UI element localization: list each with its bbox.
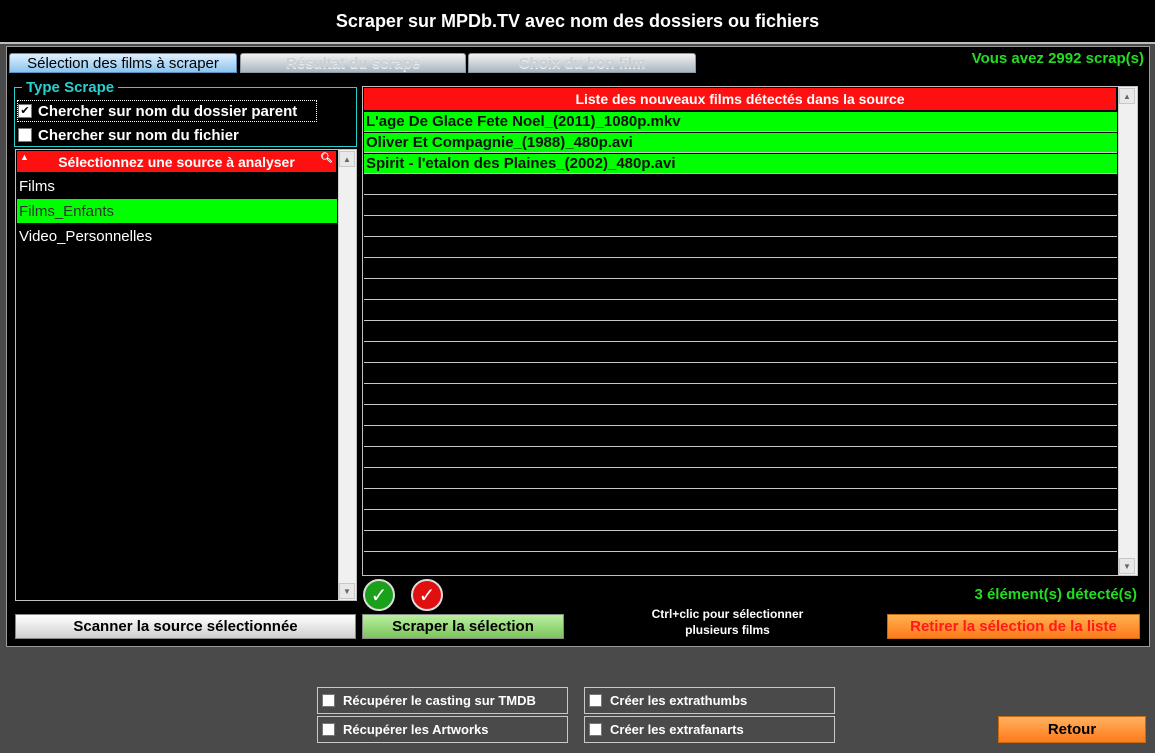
tab-choix-bon-film[interactable]: Choix du bon film: [468, 53, 696, 73]
scroll-down-arrow-icon[interactable]: ▼: [1119, 558, 1135, 574]
source-item-films-enfants[interactable]: Films_Enfants: [17, 199, 337, 223]
film-row-empty[interactable]: [364, 511, 1117, 531]
checkbox-unchecked-icon[interactable]: [589, 723, 602, 736]
film-row-empty[interactable]: [364, 343, 1117, 363]
option-extrafanarts-label: Créer les extrafanarts: [610, 722, 744, 737]
option-nom-fichier[interactable]: Chercher sur nom du fichier: [18, 125, 316, 145]
option-extrathumbs-label: Créer les extrathumbs: [610, 693, 748, 708]
checkbox-unchecked-icon[interactable]: [322, 694, 335, 707]
film-row-empty[interactable]: [364, 217, 1117, 237]
window-title: Scraper sur MPDb.TV avec nom des dossier…: [0, 0, 1155, 44]
scrape-selection-button[interactable]: Scraper la sélection: [362, 614, 564, 639]
film-row-empty[interactable]: [364, 469, 1117, 489]
back-button[interactable]: Retour: [998, 716, 1146, 743]
source-header-label: Sélectionnez une source à analyser: [58, 153, 295, 170]
source-item-video-personnelles[interactable]: Video_Personnelles: [17, 224, 337, 248]
check-circle-red-icon[interactable]: ✓: [411, 579, 443, 611]
film-row-empty[interactable]: [364, 238, 1117, 258]
checkbox-unchecked-icon[interactable]: [18, 128, 32, 142]
film-row-empty[interactable]: [364, 532, 1117, 552]
option-dossier-parent-label: Chercher sur nom du dossier parent: [38, 102, 298, 120]
film-row-empty[interactable]: [364, 364, 1117, 384]
scrap-count-label: Vous avez 2992 scrap(s): [971, 50, 1144, 67]
option-artworks[interactable]: Récupérer les Artworks: [317, 716, 568, 743]
source-list-scrollbar[interactable]: [338, 150, 356, 600]
film-row[interactable]: Spirit - l'etalon des Plaines_(2002)_480…: [364, 154, 1117, 174]
film-list-header: Liste des nouveaux films détectés dans l…: [364, 88, 1116, 110]
option-casting-label: Récupérer le casting sur TMDB: [343, 693, 536, 708]
option-casting-tmdb[interactable]: Récupérer le casting sur TMDB: [317, 687, 568, 714]
type-scrape-legend: Type Scrape: [22, 79, 119, 96]
ctrl-click-hint-line2: plusieurs films: [685, 623, 770, 637]
checkbox-unchecked-icon[interactable]: [589, 694, 602, 707]
ctrl-click-hint-line1: Ctrl+clic pour sélectionner: [651, 607, 804, 621]
tab-resultat-scrape[interactable]: Résultat du scrape: [240, 53, 466, 73]
source-item-films[interactable]: Films: [17, 174, 337, 198]
film-row-empty[interactable]: [364, 280, 1117, 300]
option-artworks-label: Récupérer les Artworks: [343, 722, 489, 737]
film-row-empty[interactable]: [364, 322, 1117, 342]
film-row-empty[interactable]: [364, 196, 1117, 216]
scroll-down-arrow-icon[interactable]: ▼: [339, 583, 355, 599]
checkbox-checked-icon[interactable]: ✔: [18, 104, 32, 118]
tab-selection-films[interactable]: Sélection des films à scraper: [9, 53, 237, 73]
film-row[interactable]: L'age De Glace Fete Noel_(2011)_1080p.mk…: [364, 112, 1117, 132]
film-row-empty[interactable]: [364, 427, 1117, 447]
film-row-empty[interactable]: [364, 448, 1117, 468]
scroll-up-arrow-icon[interactable]: ▲: [1119, 88, 1135, 104]
remove-selection-button[interactable]: Retirer la sélection de la liste: [887, 614, 1140, 639]
option-extrafanarts[interactable]: Créer les extrafanarts: [584, 716, 835, 743]
scroll-up-arrow-icon[interactable]: ▲: [339, 151, 355, 167]
check-circle-green-icon[interactable]: ✓: [363, 579, 395, 611]
film-row-empty[interactable]: [364, 406, 1117, 426]
ctrl-click-hint: Ctrl+clic pour sélectionner plusieurs fi…: [610, 606, 845, 638]
detected-count-label: 3 élément(s) détecté(s): [974, 586, 1137, 603]
film-row-empty[interactable]: [364, 175, 1117, 195]
scan-source-button[interactable]: Scanner la source sélectionnée: [15, 614, 356, 639]
option-extrathumbs[interactable]: Créer les extrathumbs: [584, 687, 835, 714]
film-row-empty[interactable]: [364, 385, 1117, 405]
sort-up-icon: ▲: [20, 152, 29, 162]
film-row[interactable]: Oliver Et Compagnie_(1988)_480p.avi: [364, 133, 1117, 153]
option-dossier-parent[interactable]: ✔ Chercher sur nom du dossier parent: [17, 100, 317, 122]
option-nom-fichier-label: Chercher sur nom du fichier: [38, 126, 239, 144]
film-list-scrollbar[interactable]: [1118, 87, 1137, 575]
source-list-header[interactable]: ▲ Sélectionnez une source à analyser 🔍︎: [17, 151, 336, 172]
film-row-empty[interactable]: [364, 490, 1117, 510]
film-row-empty[interactable]: [364, 259, 1117, 279]
checkbox-unchecked-icon[interactable]: [322, 723, 335, 736]
film-row-empty[interactable]: [364, 301, 1117, 321]
search-icon: 🔍︎: [320, 153, 333, 164]
